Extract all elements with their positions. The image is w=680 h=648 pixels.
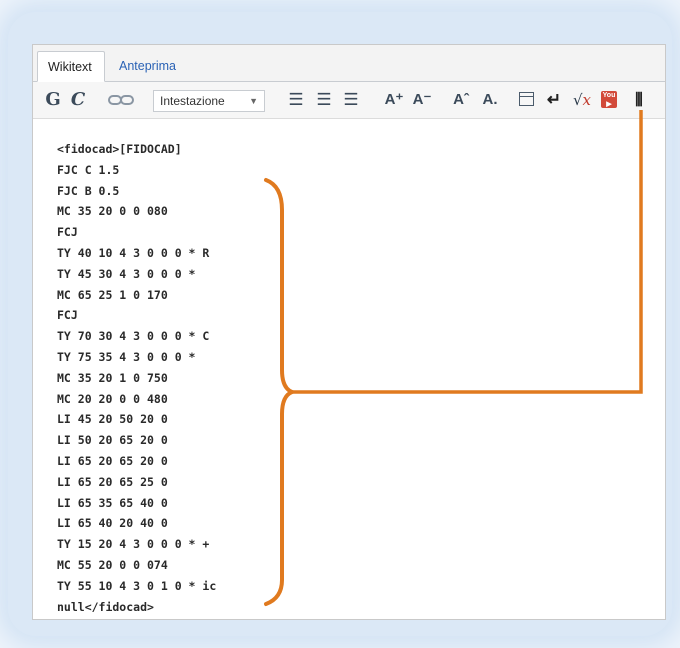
- subscript-button[interactable]: A.: [477, 88, 503, 112]
- wikitext-editor: Wikitext Anteprima G C Intestazione ▼ ☰ …: [32, 44, 666, 620]
- code-line: TY 55 10 4 3 0 1 0 * ic: [57, 578, 217, 593]
- code-line: null</fidocad>: [57, 599, 154, 614]
- code-line: FCJ: [57, 225, 78, 240]
- code-line: FJC C 1.5: [57, 162, 120, 177]
- big-text-button[interactable]: A⁺: [381, 88, 407, 112]
- code-line: LI 45 20 50 20 0: [57, 412, 168, 427]
- code-line: TY 70 30 4 3 0 0 0 * C: [57, 329, 210, 344]
- bold-button[interactable]: G: [45, 88, 61, 112]
- code-line: TY 15 20 4 3 0 0 0 * +: [57, 537, 210, 552]
- tab-preview[interactable]: Anteprima: [109, 51, 195, 81]
- editor-tabs: Wikitext Anteprima: [33, 45, 665, 82]
- code-line: MC 35 20 0 0 080: [57, 204, 168, 219]
- code-line: FJC B 0.5: [57, 183, 120, 198]
- newline-icon[interactable]: ↵: [543, 88, 565, 112]
- code-line: FCJ: [57, 308, 78, 323]
- math-icon[interactable]: √x: [569, 88, 595, 112]
- code-line: LI 65 40 20 40 0: [57, 516, 168, 531]
- code-line: <fidocad>[FIDOCAD]: [57, 142, 182, 156]
- code-line: TY 75 35 4 3 0 0 0 *: [57, 350, 196, 364]
- heading-select[interactable]: Intestazione ▼: [153, 90, 265, 112]
- math-variable: x: [582, 91, 592, 109]
- tab-wikitext[interactable]: Wikitext: [37, 51, 105, 82]
- code-line: MC 65 25 1 0 170: [57, 287, 168, 302]
- code-line: LI 65 35 65 40 0: [57, 495, 168, 510]
- code-line: LI 50 20 65 20 0: [57, 433, 168, 448]
- italic-button[interactable]: C: [69, 88, 87, 112]
- fidocad-button[interactable]: ⦀: [626, 88, 652, 112]
- link-icon[interactable]: [107, 88, 135, 112]
- wikitext-textarea[interactable]: <fidocad>[FIDOCAD] FJC C 1.5 FJC B 0.5 MC 3…: [33, 119, 665, 619]
- small-text-button[interactable]: A⁻: [409, 88, 435, 112]
- code-line: MC 55 20 0 0 074: [57, 558, 168, 572]
- numbered-list-button[interactable]: ☰: [313, 88, 335, 112]
- bulleted-list-button[interactable]: ☰: [285, 88, 307, 112]
- heading-select-value: Intestazione: [160, 94, 225, 108]
- code-line: TY 45 30 4 3 0 0 0 *: [57, 266, 196, 281]
- code-line: LI 65 20 65 25 0: [57, 474, 168, 489]
- editor-toolbar: G C Intestazione ▼ ☰ ☰ ☰ A⁺ A⁻ Aˆ A. ↵ √…: [33, 82, 665, 119]
- video-icon[interactable]: You ▶: [599, 88, 619, 112]
- code-line: TY 40 10 4 3 0 0 0 * R: [57, 246, 210, 260]
- chevron-down-icon: ▼: [249, 96, 258, 106]
- indent-button[interactable]: ☰: [340, 88, 362, 112]
- table-icon[interactable]: [517, 88, 537, 112]
- code-line: MC 35 20 1 0 750: [57, 370, 168, 385]
- code-line: MC 20 20 0 0 480: [57, 391, 168, 406]
- superscript-button[interactable]: Aˆ: [449, 88, 473, 112]
- code-line: LI 65 20 65 20 0: [57, 454, 168, 468]
- math-radical: √: [572, 91, 583, 109]
